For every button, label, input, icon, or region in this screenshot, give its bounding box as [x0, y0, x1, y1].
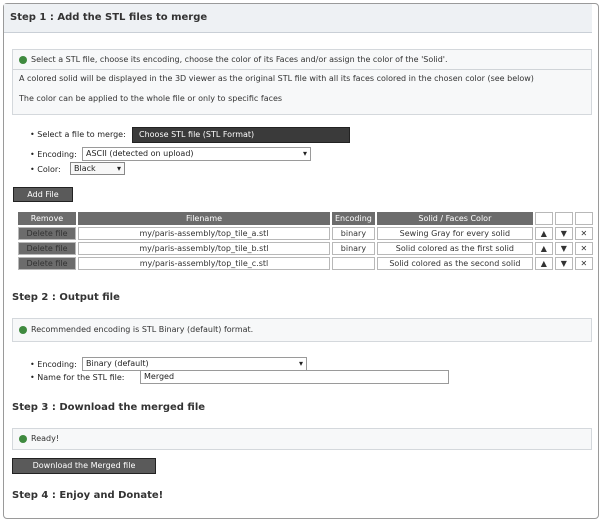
- move-down-icon[interactable]: ▼: [554, 242, 573, 255]
- move-down-icon[interactable]: ▼: [554, 257, 573, 270]
- output-encoding-select[interactable]: Binary (default) ▾: [82, 357, 307, 371]
- chevron-down-icon: ▾: [302, 149, 307, 158]
- color-label: • Color:: [30, 165, 61, 174]
- add-file-button[interactable]: Add File: [13, 187, 73, 202]
- table-header-row: Remove Filename Encoding Solid / Faces C…: [18, 212, 593, 225]
- check-icon: [19, 325, 27, 334]
- encoding-cell: binary: [332, 242, 375, 255]
- filename-cell: my/paris-assembly/top_tile_b.stl: [78, 242, 330, 255]
- move-up-icon[interactable]: ▲: [534, 227, 553, 240]
- filename-cell: my/paris-assembly/top_tile_c.stl: [78, 257, 330, 270]
- step2-info-box: Recommended encoding is STL Binary (defa…: [12, 318, 592, 342]
- step1-info-box: Select a STL file, choose its encoding, …: [12, 49, 592, 115]
- remove-button[interactable]: Delete file: [18, 257, 76, 270]
- encoding-label: • Encoding:: [30, 150, 77, 159]
- col-filename: Filename: [78, 212, 330, 225]
- step1-header: Step 1 : Add the STL files to merge: [4, 4, 592, 33]
- step3-info-box: Ready!: [12, 428, 592, 450]
- step2-info-text: Recommended encoding is STL Binary (defa…: [31, 325, 254, 334]
- output-filename-input[interactable]: Merged: [140, 370, 449, 384]
- color-cell: Sewing Gray for every solid: [376, 227, 533, 240]
- color-select[interactable]: Black ▾: [70, 162, 125, 175]
- col-up: [534, 212, 553, 225]
- close-icon[interactable]: ✕: [574, 257, 593, 270]
- move-up-icon[interactable]: ▲: [534, 257, 553, 270]
- output-encoding-label: • Encoding:: [30, 360, 77, 369]
- divider: [13, 69, 591, 70]
- col-encoding: Encoding: [332, 212, 375, 225]
- step1-title: Step 1 : Add the STL files to merge: [10, 12, 208, 23]
- output-filename-label: • Name for the STL file:: [30, 373, 125, 382]
- filename-cell: my/paris-assembly/top_tile_a.stl: [78, 227, 330, 240]
- col-down: [554, 212, 573, 225]
- check-icon: [19, 434, 27, 443]
- col-color: Solid / Faces Color: [376, 212, 533, 225]
- close-icon[interactable]: ✕: [574, 227, 593, 240]
- col-remove: Remove: [18, 212, 76, 225]
- step3-info-text: Ready!: [31, 434, 60, 443]
- col-delete: [574, 212, 593, 225]
- encoding-cell: binary: [332, 227, 375, 240]
- move-up-icon[interactable]: ▲: [534, 242, 553, 255]
- select-file-label: • Select a file to merge:: [30, 130, 126, 139]
- step3-title: Step 3 : Download the merged file: [12, 402, 206, 413]
- encoding-cell: [332, 257, 375, 270]
- step3-info-row: Ready!: [19, 434, 59, 443]
- step1-info-row: Select a STL file, choose its encoding, …: [19, 55, 448, 64]
- download-button[interactable]: Download the Merged file: [12, 458, 156, 474]
- table-row: Delete file my/paris-assembly/top_tile_c…: [18, 257, 593, 270]
- close-icon[interactable]: ✕: [574, 242, 593, 255]
- encoding-select[interactable]: ASCII (detected on upload) ▾: [82, 147, 311, 161]
- files-table: Remove Filename Encoding Solid / Faces C…: [16, 210, 595, 272]
- step1-info-text: Select a STL file, choose its encoding, …: [31, 55, 448, 64]
- chevron-down-icon: ▾: [116, 164, 121, 173]
- remove-button[interactable]: Delete file: [18, 242, 76, 255]
- step1-warning-line1: A colored solid will be displayed in the…: [19, 74, 534, 83]
- check-icon: [19, 55, 27, 64]
- step1-warning-line2: The color can be applied to the whole fi…: [19, 94, 283, 103]
- step4-title: Step 4 : Enjoy and Donate!: [12, 490, 164, 501]
- step2-title: Step 2 : Output file: [12, 292, 120, 303]
- table-row: Delete file my/paris-assembly/top_tile_b…: [18, 242, 593, 255]
- chevron-down-icon: ▾: [298, 359, 303, 368]
- move-down-icon[interactable]: ▼: [554, 227, 573, 240]
- color-cell: Solid colored as the second solid: [376, 257, 533, 270]
- remove-button[interactable]: Delete file: [18, 227, 76, 240]
- step2-info-row: Recommended encoding is STL Binary (defa…: [19, 325, 253, 334]
- color-cell: Solid colored as the first solid: [376, 242, 533, 255]
- choose-file-button[interactable]: Choose STL file (STL Format): [132, 127, 350, 143]
- table-row: Delete file my/paris-assembly/top_tile_a…: [18, 227, 593, 240]
